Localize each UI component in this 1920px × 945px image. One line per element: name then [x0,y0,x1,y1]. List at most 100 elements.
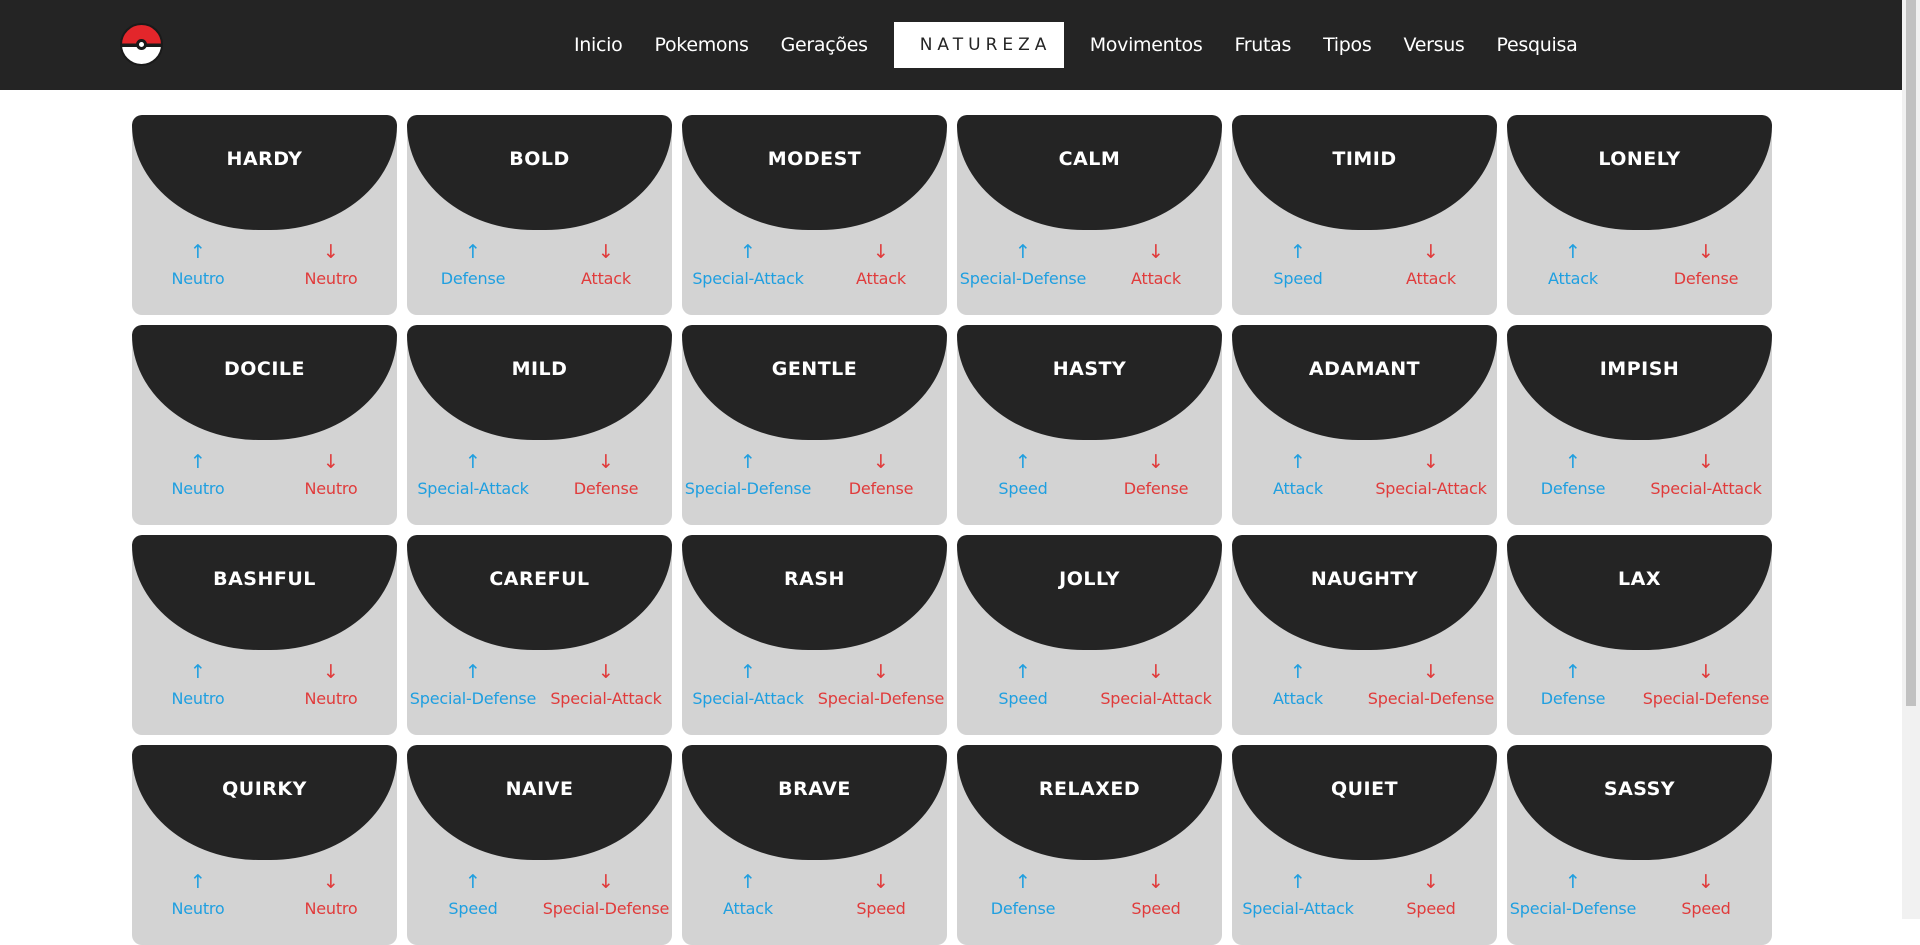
decreased-stat-label: Neutro [304,269,358,288]
nav-item-frutas[interactable]: Frutas [1218,22,1307,68]
decreased-stat: ↓ Attack [540,241,672,288]
nature-card[interactable]: HARDY ↑ Neutro ↓ Neutro [132,115,397,315]
nature-card[interactable]: QUIET ↑ Special-Attack ↓ Speed [1232,745,1497,945]
arrow-down-icon: ↓ [1148,661,1164,683]
nature-card[interactable]: BRAVE ↑ Attack ↓ Speed [682,745,947,945]
arrow-down-icon: ↓ [1423,241,1439,263]
decreased-stat: ↓ Special-Defense [540,871,672,918]
nature-name: BOLD [509,148,570,170]
nav-item-natureza[interactable]: NATUREZA [893,22,1064,68]
nature-card[interactable]: MODEST ↑ Special-Attack ↓ Attack [682,115,947,315]
arrow-up-icon: ↑ [1015,451,1031,473]
decreased-stat: ↓ Attack [1090,241,1222,288]
nature-card[interactable]: QUIRKY ↑ Neutro ↓ Neutro [132,745,397,945]
arrow-down-icon: ↓ [323,661,339,683]
pokeball-logo-icon[interactable] [120,23,163,66]
arrow-down-icon: ↓ [1698,661,1714,683]
decreased-stat-label: Attack [1406,269,1456,288]
increased-stat: ↑ Special-Defense [682,451,814,498]
nature-card[interactable]: TIMID ↑ Speed ↓ Attack [1232,115,1497,315]
increased-stat-label: Defense [990,899,1056,918]
arrow-up-icon: ↑ [190,871,206,893]
arrow-down-icon: ↓ [1148,871,1164,893]
increased-stat: ↑ Attack [1232,661,1364,708]
arrow-up-icon: ↑ [190,661,206,683]
nature-card[interactable]: DOCILE ↑ Neutro ↓ Neutro [132,325,397,525]
decreased-stat-label: Speed [856,899,906,918]
nature-name: BASHFUL [213,568,316,590]
decreased-stat: ↓ Speed [1090,871,1222,918]
arrow-down-icon: ↓ [1698,451,1714,473]
arrow-down-icon: ↓ [598,661,614,683]
increased-stat-label: Special-Defense [959,269,1087,288]
increased-stat-label: Neutro [171,689,225,708]
nav-item-geracoes[interactable]: Gerações [765,22,884,68]
nature-name: JOLLY [1059,568,1120,590]
nature-name: ADAMANT [1308,358,1421,380]
card-header [1507,115,1772,230]
nav-item-pesquisa[interactable]: Pesquisa [1481,22,1594,68]
nature-card[interactable]: SASSY ↑ Special-Defense ↓ Speed [1507,745,1772,945]
card-header [957,325,1222,440]
arrow-down-icon: ↓ [323,451,339,473]
increased-stat: ↑ Speed [957,661,1089,708]
increased-stat-label: Attack [723,899,773,918]
arrow-up-icon: ↑ [465,871,481,893]
decreased-stat-label: Special-Attack [1375,479,1487,498]
arrow-up-icon: ↑ [740,871,756,893]
decreased-stat-label: Special-Attack [550,689,662,708]
nature-card[interactable]: HASTY ↑ Speed ↓ Defense [957,325,1222,525]
arrow-up-icon: ↑ [1015,241,1031,263]
nature-card[interactable]: CAREFUL ↑ Special-Defense ↓ Special-Atta… [407,535,672,735]
nature-grid: HARDY ↑ Neutro ↓ Neutro BOLD ↑ Defense ↓… [132,115,1772,945]
card-header [407,115,672,230]
arrow-up-icon: ↑ [1015,871,1031,893]
nature-card[interactable]: IMPISH ↑ Defense ↓ Special-Attack [1507,325,1772,525]
nature-card[interactable]: MILD ↑ Special-Attack ↓ Defense [407,325,672,525]
nature-card[interactable]: JOLLY ↑ Speed ↓ Special-Attack [957,535,1222,735]
card-header [957,745,1222,860]
increased-stat: ↑ Neutro [132,871,264,918]
arrow-down-icon: ↓ [1698,241,1714,263]
nature-card[interactable]: RELAXED ↑ Defense ↓ Speed [957,745,1222,945]
nav-item-tipos[interactable]: Tipos [1307,22,1387,68]
scrollbar-thumb[interactable] [1906,0,1916,706]
nature-name: SASSY [1603,778,1676,800]
decreased-stat: ↓ Neutro [265,241,397,288]
nav-item-pokemons[interactable]: Pokemons [638,22,764,68]
arrow-down-icon: ↓ [1148,451,1164,473]
nature-card[interactable]: CALM ↑ Special-Defense ↓ Attack [957,115,1222,315]
decreased-stat: ↓ Special-Attack [540,661,672,708]
nature-card[interactable]: LONELY ↑ Attack ↓ Defense [1507,115,1772,315]
arrow-down-icon: ↓ [598,451,614,473]
arrow-up-icon: ↑ [1015,661,1031,683]
increased-stat: ↑ Attack [682,871,814,918]
nav-item-movimentos[interactable]: Movimentos [1074,22,1219,68]
nature-card[interactable]: BASHFUL ↑ Neutro ↓ Neutro [132,535,397,735]
increased-stat-label: Special-Attack [1242,899,1354,918]
decreased-stat-label: Defense [1123,479,1189,498]
card-header [1507,325,1772,440]
increased-stat: ↑ Special-Defense [1507,871,1639,918]
nature-card[interactable]: NAIVE ↑ Speed ↓ Special-Defense [407,745,672,945]
nature-name: IMPISH [1599,358,1680,380]
nav-item-inicio[interactable]: Inicio [558,22,638,68]
increased-stat-label: Defense [1540,479,1606,498]
increased-stat-label: Special-Defense [409,689,537,708]
card-header [132,115,397,230]
arrow-down-icon: ↓ [1148,241,1164,263]
card-header [682,325,947,440]
card-header [957,115,1222,230]
card-header [407,325,672,440]
nature-card[interactable]: GENTLE ↑ Special-Defense ↓ Defense [682,325,947,525]
page-scrollbar[interactable] [1902,0,1920,919]
decreased-stat: ↓ Special-Attack [1090,661,1222,708]
nature-card[interactable]: LAX ↑ Defense ↓ Special-Defense [1507,535,1772,735]
nature-card[interactable]: ADAMANT ↑ Attack ↓ Special-Attack [1232,325,1497,525]
arrow-up-icon: ↑ [1290,661,1306,683]
decreased-stat: ↓ Defense [1090,451,1222,498]
nature-card[interactable]: NAUGHTY ↑ Attack ↓ Special-Defense [1232,535,1497,735]
nature-card[interactable]: BOLD ↑ Defense ↓ Attack [407,115,672,315]
nature-card[interactable]: RASH ↑ Special-Attack ↓ Special-Defense [682,535,947,735]
nav-item-versus[interactable]: Versus [1387,22,1480,68]
